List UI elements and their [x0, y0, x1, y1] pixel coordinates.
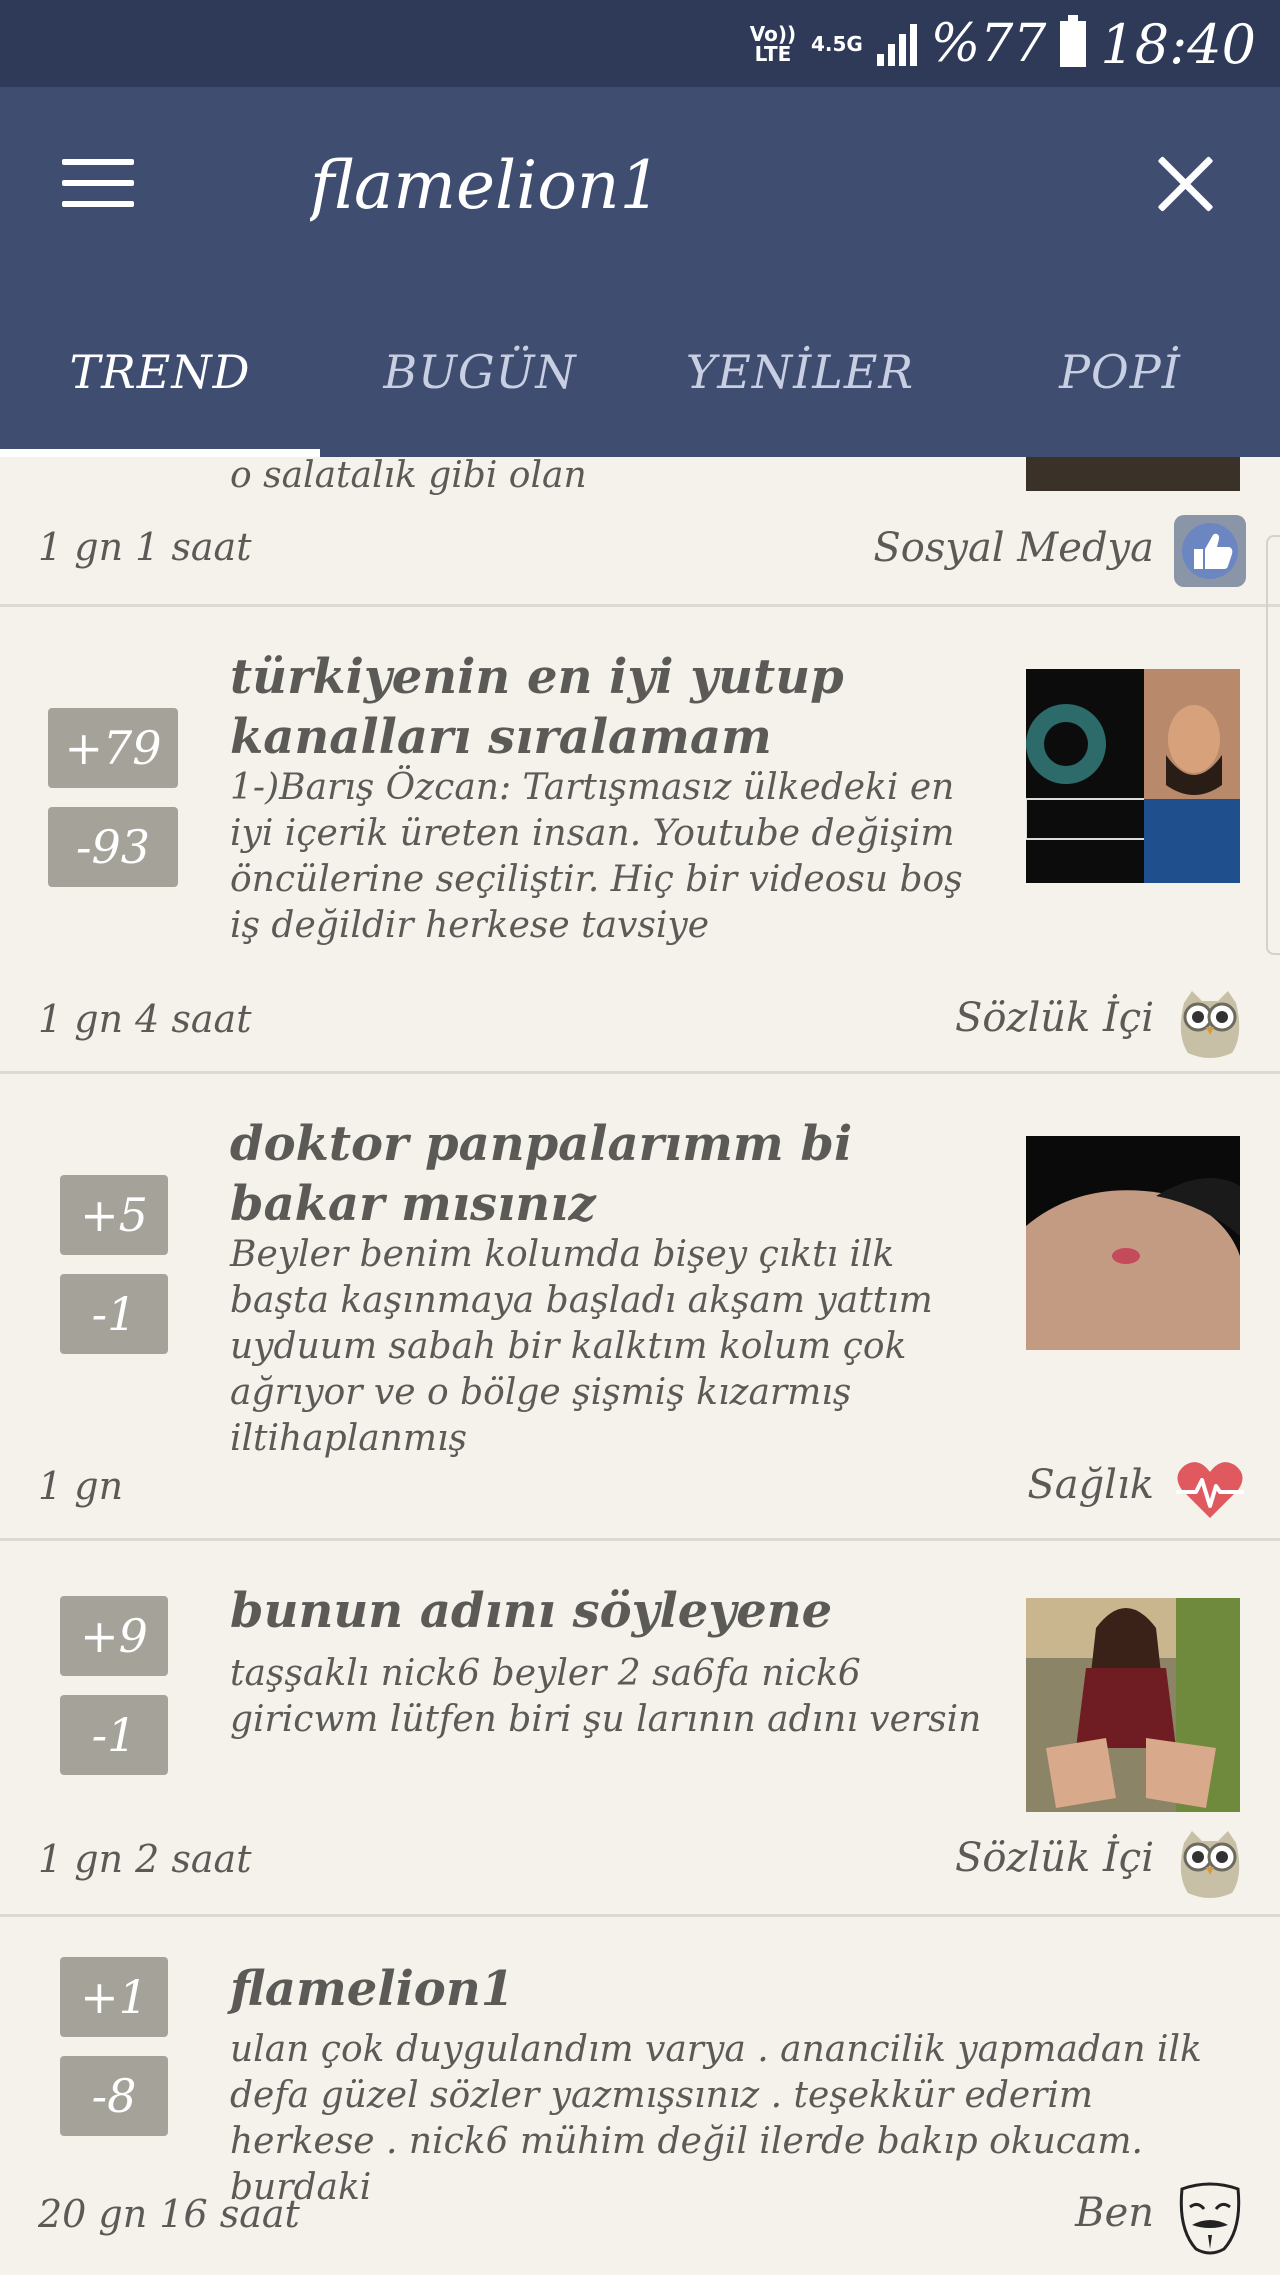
tab-yeniler[interactable]: YENİLER — [640, 287, 960, 457]
topic-excerpt: ulan çok duygulandım varya . anancilik y… — [230, 2029, 1202, 2208]
topic-category[interactable]: Sözlük İçi — [955, 1835, 1154, 1881]
close-icon[interactable] — [1154, 152, 1218, 216]
mask-icon — [1172, 2179, 1248, 2255]
signal-strength-icon — [876, 22, 917, 66]
battery-icon — [1060, 15, 1087, 67]
list-item[interactable]: +5 -1 doktor panpalarımm bi bakar mısını… — [0, 1074, 1280, 1541]
owl-icon — [1172, 1825, 1248, 1901]
topic-time: 20 gn 16 saat — [38, 2192, 300, 2236]
upvote-button[interactable]: +9 — [60, 1596, 168, 1676]
list-item[interactable]: +1 -8 flamelion1 ulan çok duygulandım va… — [0, 1917, 1280, 2275]
topic-excerpt: 1-)Barış Özcan: Tartışmasız ülkedeki en … — [230, 767, 963, 946]
topic-thumbnail[interactable] — [1026, 669, 1240, 883]
app-bar: TREND BUGÜN YENİLER POPİ — [0, 87, 1280, 457]
clock: 18:40 — [1100, 12, 1256, 76]
topic-excerpt: o salatalık gibi olan — [230, 457, 587, 496]
tab-bugun[interactable]: BUGÜN — [320, 287, 640, 457]
topic-excerpt: taşşaklı nick6 beyler 2 sa6fa nick6 giri… — [230, 1653, 982, 1740]
topic-time: 1 gn 4 saat — [38, 997, 252, 1041]
tab-bar: TREND BUGÜN YENİLER POPİ — [0, 287, 1280, 457]
topic-category[interactable]: Sosyal Medya — [873, 525, 1154, 571]
upvote-button[interactable]: +5 — [60, 1175, 168, 1255]
list-item[interactable]: o salatalık gibi olan 1 gn 1 saat Sosyal… — [0, 457, 1280, 607]
topic-title[interactable]: bunun adını söyleyene — [230, 1581, 990, 1641]
topic-thumbnail[interactable] — [1026, 1136, 1240, 1350]
list-item[interactable]: +79 -93 türkiyenin en iyi yutup kanallar… — [0, 607, 1280, 1074]
downvote-button[interactable]: -1 — [60, 1274, 168, 1354]
topic-thumbnail[interactable] — [1026, 1598, 1240, 1812]
topic-excerpt: Beyler benim kolumda bişey çıktı ilk baş… — [230, 1234, 933, 1459]
tab-popi[interactable]: POPİ — [960, 287, 1280, 457]
tab-trend[interactable]: TREND — [0, 287, 320, 457]
network-type-indicator: 4.5G — [810, 32, 863, 56]
owl-icon — [1172, 985, 1248, 1061]
downvote-button[interactable]: -1 — [60, 1695, 168, 1775]
upvote-button[interactable]: +1 — [60, 1957, 168, 2037]
topic-time: 1 gn 1 saat — [38, 525, 252, 569]
active-tab-indicator — [0, 449, 320, 457]
menu-icon[interactable] — [62, 159, 134, 215]
topic-category[interactable]: Sağlık — [1027, 1462, 1154, 1508]
upvote-button[interactable]: +79 — [48, 708, 178, 788]
heartbeat-icon — [1172, 1452, 1248, 1528]
topic-category[interactable]: Ben — [1075, 2190, 1154, 2236]
downvote-button[interactable]: -93 — [48, 807, 178, 887]
topic-feed[interactable]: o salatalık gibi olan 1 gn 1 saat Sosyal… — [0, 457, 1280, 2275]
topic-category[interactable]: Sözlük İçi — [955, 995, 1154, 1041]
topic-title[interactable]: doktor panpalarımm bi bakar mısınız — [230, 1114, 990, 1234]
downvote-button[interactable]: -8 — [60, 2056, 168, 2136]
topic-title[interactable]: türkiyenin en iyi yutup kanalları sırala… — [230, 647, 990, 767]
list-item[interactable]: +9 -1 bunun adını söyleyene taşşaklı nic… — [0, 1541, 1280, 1917]
scrollbar[interactable] — [1266, 535, 1280, 955]
search-input[interactable] — [310, 135, 910, 235]
volte-indicator: Vo)) LTE — [749, 22, 797, 66]
thumbs-up-icon — [1172, 513, 1248, 589]
topic-thumbnail[interactable] — [1026, 457, 1240, 491]
topic-title[interactable]: flamelion1 — [230, 1959, 990, 2019]
topic-time: 1 gn — [38, 1464, 124, 1508]
status-bar: Vo)) LTE 4.5G %77 18:40 — [0, 0, 1280, 87]
battery-percentage: %77 — [930, 14, 1047, 74]
topic-time: 1 gn 2 saat — [38, 1837, 252, 1881]
